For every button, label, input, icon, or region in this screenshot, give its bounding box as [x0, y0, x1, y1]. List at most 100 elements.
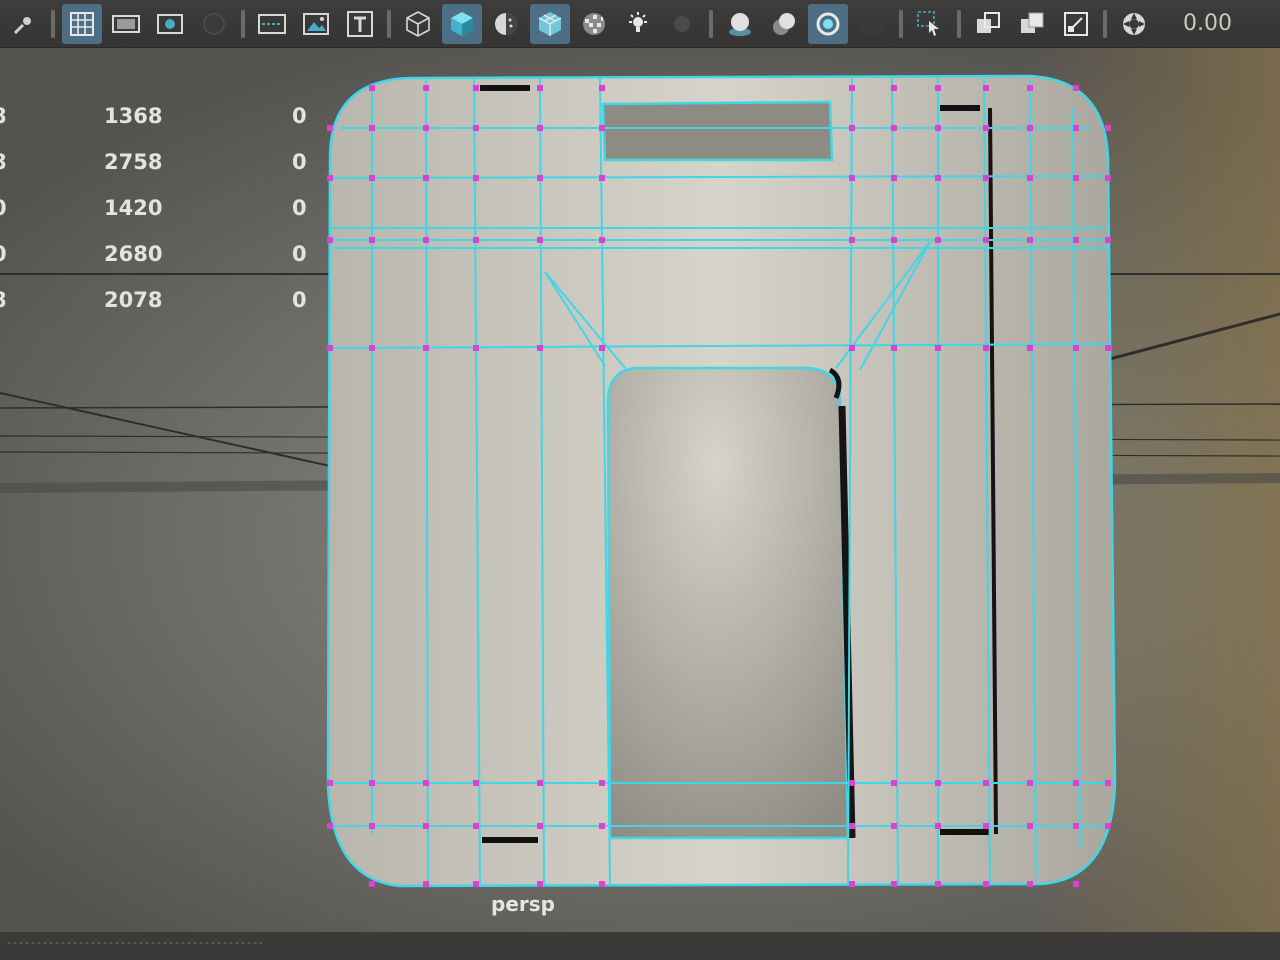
mesh-vertex[interactable]	[423, 85, 429, 91]
mesh-vertex[interactable]	[599, 780, 605, 786]
mesh-vertex[interactable]	[473, 345, 479, 351]
mesh-vertex[interactable]	[369, 237, 375, 243]
shadows-button[interactable]	[662, 4, 702, 44]
mesh-vertex[interactable]	[423, 780, 429, 786]
mesh-vertex[interactable]	[369, 881, 375, 887]
mesh-vertex[interactable]	[369, 125, 375, 131]
mesh-vertex[interactable]	[537, 780, 543, 786]
mesh-vertex[interactable]	[891, 125, 897, 131]
mesh-vertex[interactable]	[369, 345, 375, 351]
mesh-vertex[interactable]	[423, 175, 429, 181]
mesh-vertex[interactable]	[1105, 175, 1111, 181]
mesh-vertex[interactable]	[1027, 85, 1033, 91]
mesh-vertex[interactable]	[1073, 85, 1079, 91]
mesh-vertex[interactable]	[599, 125, 605, 131]
mesh-vertex[interactable]	[537, 237, 543, 243]
field-chart-button[interactable]	[194, 4, 234, 44]
mesh-vertex[interactable]	[1105, 345, 1111, 351]
mesh-vertex[interactable]	[935, 345, 941, 351]
motion-blur-button[interactable]	[764, 4, 804, 44]
grid-toggle-button[interactable]	[62, 3, 102, 44]
wireframe-on-shaded-button[interactable]	[530, 3, 570, 44]
mesh-vertex[interactable]	[891, 881, 897, 887]
3d-viewport[interactable]: 8 1368 0 8 2758 0 0 1420 0 0 2680 0 8 20…	[0, 48, 1280, 932]
mesh-vertex[interactable]	[423, 345, 429, 351]
mesh-vertex[interactable]	[1027, 175, 1033, 181]
mesh-vertex[interactable]	[537, 85, 543, 91]
mesh-vertex[interactable]	[849, 175, 855, 181]
mesh-vertex[interactable]	[983, 85, 989, 91]
mesh-vertex[interactable]	[983, 237, 989, 243]
smooth-shade-button[interactable]	[442, 3, 482, 44]
mesh-vertex[interactable]	[599, 85, 605, 91]
xray-button[interactable]	[574, 4, 614, 44]
mesh-vertex[interactable]	[891, 237, 897, 243]
safe-action-button[interactable]	[252, 4, 292, 44]
mesh-vertex[interactable]	[599, 823, 605, 829]
mesh-vertex[interactable]	[983, 175, 989, 181]
mesh-vertex[interactable]	[849, 780, 855, 786]
mesh-vertex[interactable]	[327, 823, 333, 829]
mesh-vertex[interactable]	[891, 85, 897, 91]
image-plane-button[interactable]	[296, 4, 336, 44]
mesh-vertex[interactable]	[537, 175, 543, 181]
mesh-vertex[interactable]	[599, 345, 605, 351]
mesh-vertex[interactable]	[423, 881, 429, 887]
mesh-vertex[interactable]	[369, 780, 375, 786]
mesh-vertex[interactable]	[849, 881, 855, 887]
mesh-vertex[interactable]	[423, 125, 429, 131]
mesh-vertex[interactable]	[327, 345, 333, 351]
mesh-vertex[interactable]	[983, 881, 989, 887]
exposure-value-field[interactable]: 0.00	[1160, 7, 1232, 41]
mesh-vertex[interactable]	[849, 237, 855, 243]
mesh-vertex[interactable]	[849, 345, 855, 351]
mesh-vertex[interactable]	[473, 823, 479, 829]
mesh-vertex[interactable]	[849, 85, 855, 91]
mesh-vertex[interactable]	[935, 780, 941, 786]
mesh-vertex[interactable]	[1027, 237, 1033, 243]
mesh-vertex[interactable]	[369, 85, 375, 91]
mesh-vertex[interactable]	[599, 881, 605, 887]
ambient-occlusion-button[interactable]	[720, 4, 760, 44]
panel-resize-handle[interactable]	[6, 942, 262, 944]
mesh-vertex[interactable]	[1027, 881, 1033, 887]
mesh-vertex[interactable]	[1027, 823, 1033, 829]
mesh-vertex[interactable]	[983, 780, 989, 786]
mesh-vertex[interactable]	[1105, 823, 1111, 829]
mesh-vertex[interactable]	[537, 881, 543, 887]
mesh-vertex[interactable]	[935, 881, 941, 887]
mesh-vertex[interactable]	[849, 125, 855, 131]
mesh-vertex[interactable]	[1073, 125, 1079, 131]
mesh-vertex[interactable]	[599, 237, 605, 243]
mesh-vertex[interactable]	[473, 125, 479, 131]
mesh-vertex[interactable]	[891, 780, 897, 786]
mesh-vertex[interactable]	[1027, 345, 1033, 351]
mesh-vertex[interactable]	[983, 125, 989, 131]
multisample-button[interactable]	[852, 4, 892, 44]
paint-brush-button[interactable]	[4, 4, 44, 44]
mesh-vertex[interactable]	[473, 85, 479, 91]
mesh-vertex[interactable]	[935, 237, 941, 243]
mesh-vertex[interactable]	[369, 823, 375, 829]
mesh-vertex[interactable]	[891, 345, 897, 351]
mesh-vertex[interactable]	[1073, 345, 1079, 351]
mesh-vertex[interactable]	[849, 823, 855, 829]
mesh-vertex[interactable]	[537, 125, 543, 131]
mesh-vertex[interactable]	[473, 780, 479, 786]
mesh-vertex[interactable]	[1105, 237, 1111, 243]
xray-mode-button[interactable]	[968, 4, 1008, 44]
mesh-vertex[interactable]	[935, 175, 941, 181]
mesh-vertex[interactable]	[423, 823, 429, 829]
mesh-vertex[interactable]	[935, 823, 941, 829]
gamma-button[interactable]	[1114, 4, 1154, 44]
mesh-vertex[interactable]	[369, 175, 375, 181]
mesh-vertex[interactable]	[1073, 175, 1079, 181]
mesh-vertex[interactable]	[473, 881, 479, 887]
mesh-vertex[interactable]	[1073, 780, 1079, 786]
film-gate-button[interactable]	[106, 4, 146, 44]
mesh-vertex[interactable]	[1073, 237, 1079, 243]
mesh-vertex[interactable]	[537, 345, 543, 351]
mesh-vertex[interactable]	[1027, 125, 1033, 131]
mesh-vertex[interactable]	[423, 237, 429, 243]
mesh-vertex[interactable]	[891, 175, 897, 181]
